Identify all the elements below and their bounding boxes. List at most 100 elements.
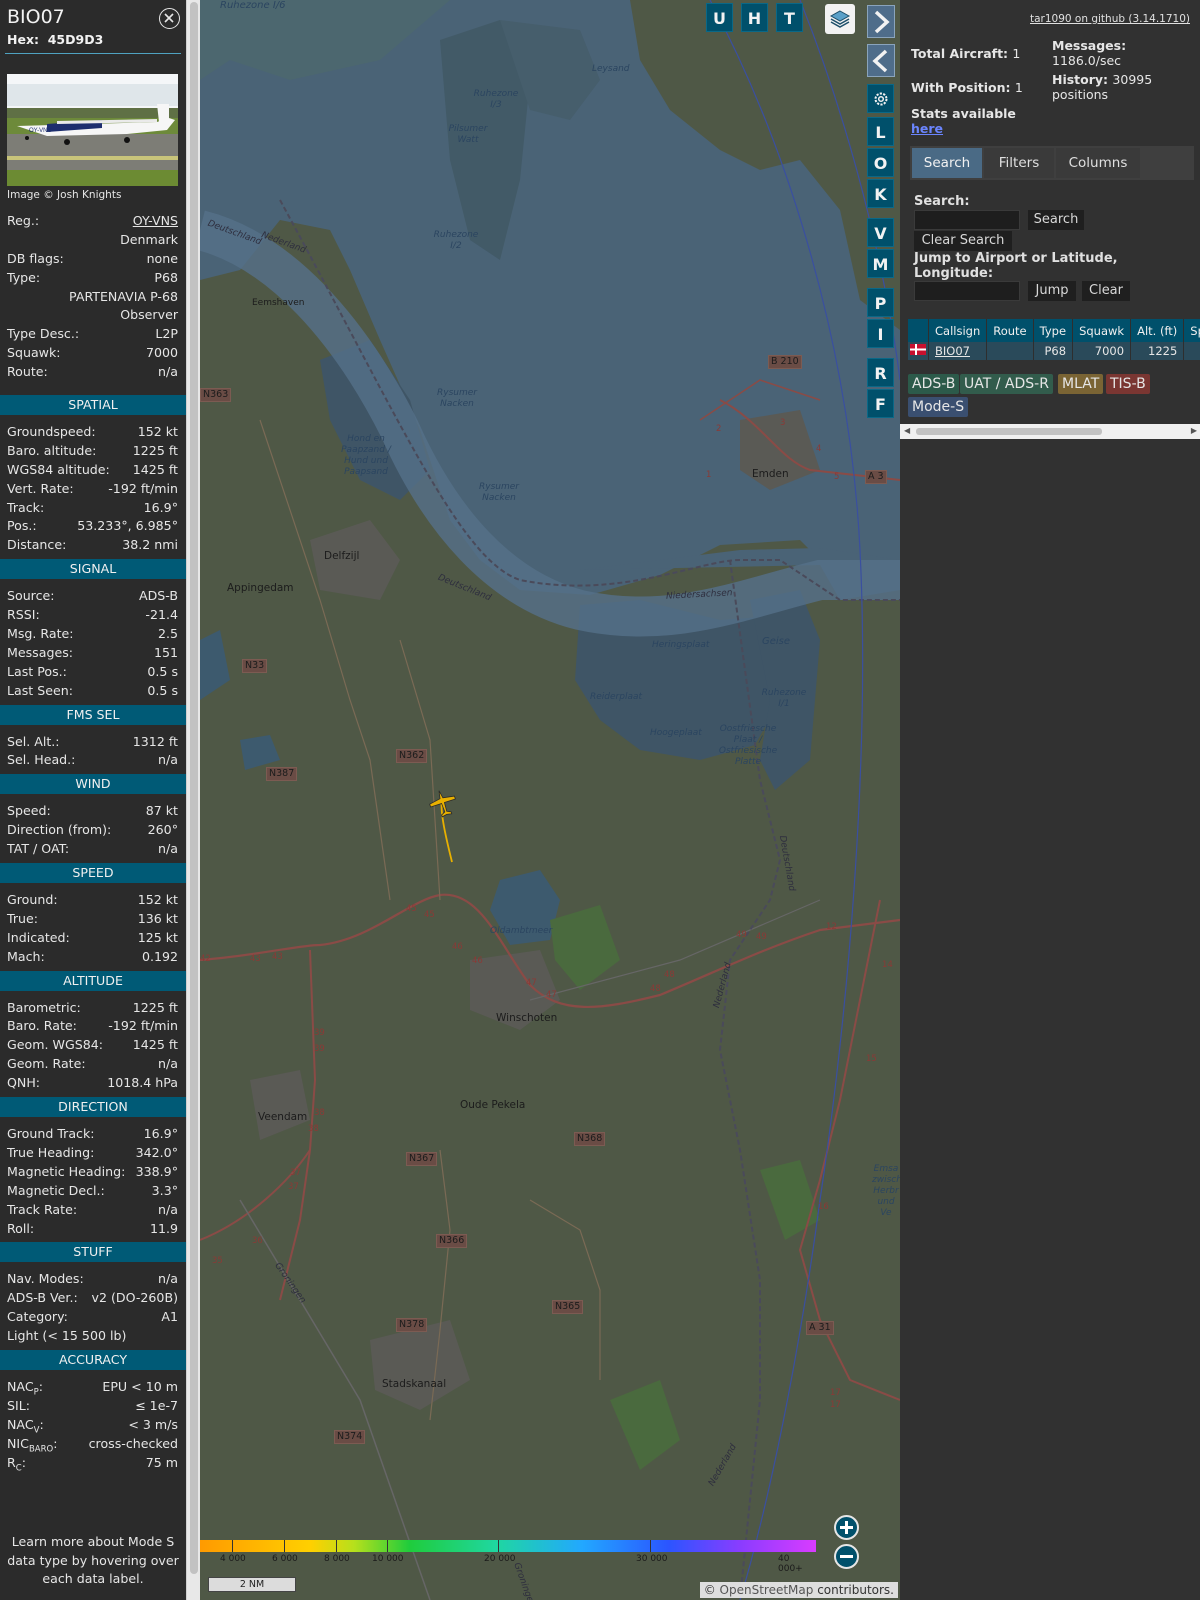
- column-header-squawk[interactable]: Squawk: [1072, 319, 1132, 342]
- clear-search-button[interactable]: Clear Search: [914, 231, 1012, 251]
- info-label[interactable]: Baro. altitude:: [7, 442, 96, 461]
- layers-button[interactable]: [825, 4, 855, 34]
- info-label[interactable]: Track:: [7, 499, 44, 518]
- info-label[interactable]: Ground Track:: [7, 1125, 95, 1144]
- info-value: 1225 ft: [132, 442, 178, 458]
- close-icon[interactable]: [159, 8, 180, 29]
- info-label[interactable]: Type Desc.:: [7, 325, 79, 344]
- info-scrollbar-thumb[interactable]: [190, 2, 198, 1574]
- info-label[interactable]: Direction (from):: [7, 821, 111, 840]
- info-label[interactable]: Magnetic Decl.:: [7, 1182, 105, 1201]
- tab-search[interactable]: Search: [912, 148, 982, 178]
- info-label[interactable]: RC:: [7, 1454, 26, 1478]
- info-label[interactable]: Pos.:: [7, 517, 37, 536]
- info-label[interactable]: Indicated:: [7, 929, 70, 948]
- search-button[interactable]: Search: [1028, 210, 1084, 230]
- table-scrollbar-thumb[interactable]: [916, 428, 1102, 435]
- info-label[interactable]: Geom. Rate:: [7, 1055, 86, 1074]
- zoom-out-button[interactable]: [834, 1544, 859, 1569]
- zoom-in-button[interactable]: [834, 1515, 859, 1540]
- info-label[interactable]: TAT / OAT:: [7, 840, 69, 859]
- info-scrollbar[interactable]: [186, 0, 200, 1600]
- github-link[interactable]: tar1090 on github (3.14.1710): [1030, 13, 1190, 25]
- info-label[interactable]: Messages:: [7, 644, 73, 663]
- info-label[interactable]: Sel. Head.:: [7, 751, 75, 770]
- info-label[interactable]: Magnetic Heading:: [7, 1163, 125, 1182]
- info-label[interactable]: Sel. Alt.:: [7, 733, 60, 752]
- info-label[interactable]: Msg. Rate:: [7, 625, 74, 644]
- column-header-route[interactable]: Route: [986, 319, 1034, 342]
- table-horizontal-scrollbar[interactable]: ◀ ▶: [900, 424, 1200, 439]
- stats-link[interactable]: here: [911, 121, 943, 136]
- jump-input[interactable]: [914, 281, 1020, 301]
- road-km-label: 35: [212, 1256, 223, 1266]
- row-callsign[interactable]: BIO07: [928, 342, 988, 360]
- info-label[interactable]: Roll:: [7, 1220, 34, 1239]
- collapse-panel-button[interactable]: [867, 5, 895, 38]
- column-header-speed[interactable]: Spd.: [1183, 319, 1200, 342]
- info-label[interactable]: True Heading:: [7, 1144, 94, 1163]
- info-label[interactable]: Baro. Rate:: [7, 1017, 77, 1036]
- column-header-callsign[interactable]: Callsign: [928, 319, 988, 342]
- map-button-u[interactable]: U: [706, 3, 733, 32]
- info-label[interactable]: DB flags:: [7, 250, 64, 269]
- map-button-v[interactable]: V: [867, 218, 894, 247]
- aircraft-photo[interactable]: OY-VNS: [7, 74, 178, 186]
- info-label[interactable]: Reg.:: [7, 212, 39, 231]
- map-button-o[interactable]: O: [867, 148, 894, 177]
- info-label[interactable]: Geom. WGS84:: [7, 1036, 103, 1055]
- info-label[interactable]: Nav. Modes:: [7, 1270, 84, 1289]
- map-button-m[interactable]: M: [867, 249, 894, 278]
- osm-link[interactable]: OpenStreetMap: [720, 1583, 814, 1597]
- info-label[interactable]: QNH:: [7, 1074, 40, 1093]
- map-button-f[interactable]: F: [867, 389, 894, 418]
- aircraft-marker[interactable]: [428, 788, 458, 818]
- info-label[interactable]: RSSI:: [7, 606, 40, 625]
- map-button-h[interactable]: H: [741, 3, 768, 32]
- column-header-type[interactable]: Type: [1033, 319, 1074, 342]
- info-label[interactable]: ADS-B Ver.:: [7, 1289, 78, 1308]
- info-label[interactable]: Squawk:: [7, 344, 61, 363]
- info-label[interactable]: Route:: [7, 363, 48, 382]
- info-label[interactable]: Distance:: [7, 536, 66, 555]
- info-label[interactable]: WGS84 altitude:: [7, 461, 110, 480]
- tab-filters[interactable]: Filters: [984, 148, 1054, 178]
- info-label[interactable]: Source:: [7, 587, 55, 606]
- map-button-i[interactable]: I: [867, 319, 894, 348]
- info-label[interactable]: Category:: [7, 1308, 68, 1327]
- info-label[interactable]: Speed:: [7, 802, 51, 821]
- info-value-link[interactable]: OY-VNS: [133, 212, 178, 231]
- info-label[interactable]: SIL:: [7, 1397, 30, 1416]
- info-label[interactable]: Groundspeed:: [7, 423, 96, 442]
- info-label[interactable]: Barometric:: [7, 999, 81, 1018]
- jump-button[interactable]: Jump: [1028, 281, 1076, 301]
- map-button-t[interactable]: T: [776, 3, 803, 32]
- info-label[interactable]: True:: [7, 910, 38, 929]
- info-value: cross-checked: [88, 1435, 178, 1451]
- column-header-altitude[interactable]: Alt. (ft): [1130, 319, 1185, 342]
- info-label[interactable]: Ground:: [7, 891, 58, 910]
- tab-columns[interactable]: Columns: [1056, 148, 1140, 178]
- info-label[interactable]: Vert. Rate:: [7, 480, 74, 499]
- scroll-left-arrow-icon[interactable]: ◀: [904, 426, 910, 435]
- info-label[interactable]: Last Pos.:: [7, 663, 67, 682]
- info-label[interactable]: Last Seen:: [7, 682, 73, 701]
- show-sidebar-button[interactable]: [867, 44, 895, 77]
- table-row[interactable]: BIO07 P68 7000 1225: [908, 342, 1200, 360]
- scroll-right-arrow-icon[interactable]: ▶: [1191, 426, 1197, 435]
- info-label[interactable]: Track Rate:: [7, 1201, 77, 1220]
- clear-button[interactable]: Clear: [1082, 281, 1130, 301]
- map-button-p[interactable]: P: [867, 288, 894, 317]
- column-header-flag[interactable]: [908, 319, 929, 342]
- info-label[interactable]: Mach:: [7, 948, 45, 967]
- map-view[interactable]: Delfzijl Appingedam Emden Winschoten Oud…: [200, 0, 900, 1600]
- legend-adsb: ADS-B: [908, 374, 960, 394]
- settings-button[interactable]: [867, 84, 894, 113]
- info-label[interactable]: Type:: [7, 269, 40, 288]
- map-button-k[interactable]: K: [867, 179, 894, 208]
- map-button-l[interactable]: L: [867, 117, 894, 146]
- map-button-r[interactable]: R: [867, 358, 894, 387]
- road-km-label: 16: [818, 1202, 829, 1212]
- search-input[interactable]: [914, 210, 1020, 230]
- info-row: Magnetic Heading: 338.9°: [0, 1163, 186, 1182]
